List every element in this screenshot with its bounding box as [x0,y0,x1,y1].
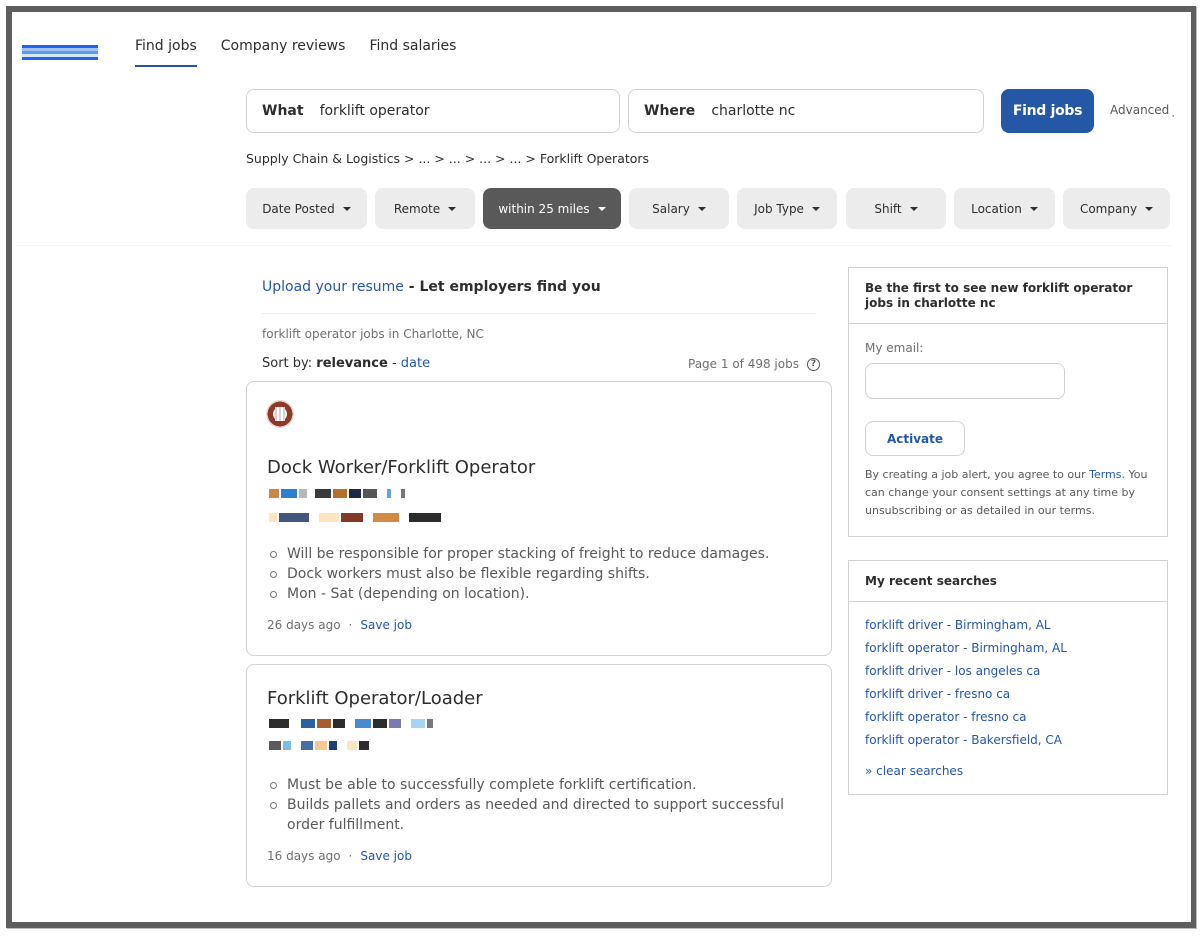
sort-control: Sort by: relevance - date [262,356,430,371]
upload-resume-banner: Upload your resume - Let employers find … [262,279,601,295]
job-card[interactable]: Forklift Operator/Loader Must be able to… [246,664,832,887]
snippet-bullet: Dock workers must also be flexible regar… [267,564,807,584]
save-job-link[interactable]: Save job [360,849,412,863]
nav-find-salaries[interactable]: Find salaries [369,36,456,67]
posted-date: 26 days ago [267,618,341,632]
separator-dot: · [348,618,353,632]
job-alert-heading: Be the first to see new forklift operato… [849,268,1167,324]
job-alert-box: Be the first to see new forklift operato… [848,267,1168,537]
recent-searches-heading: My recent searches [849,561,1167,602]
filter-location[interactable]: Location [954,188,1055,229]
filter-label: Job Type [754,201,804,216]
snippet-bullet: Will be responsible for proper stacking … [267,544,807,564]
caret-down-icon [697,206,706,211]
filter-label: Date Posted [262,201,335,216]
job-title[interactable]: Forklift Operator/Loader [267,688,483,709]
recent-search-item[interactable]: forklift operator - fresno ca [865,710,1067,733]
sort-relevance: relevance [316,356,388,371]
job-card[interactable]: Dock Worker/Forklift Operator Will be re… [246,381,832,656]
filter-label: Shift [874,201,902,216]
filter-distance[interactable]: within 25 miles [483,188,621,229]
company-name-redacted [269,489,405,498]
divider [262,313,816,314]
nav-company-reviews[interactable]: Company reviews [221,36,346,67]
caret-down-icon [597,206,606,211]
caret-down-icon [342,206,351,211]
alert-terms-text: By creating a job alert, you agree to ou… [865,466,1155,520]
separator-dot: · [348,849,353,863]
main-nav: Find jobs Company reviews Find salaries [135,36,480,67]
caret-down-icon [909,206,918,211]
activate-button[interactable]: Activate [865,421,965,456]
help-icon[interactable]: ? [806,357,820,371]
page: Find jobs Company reviews Find salaries … [12,12,1191,922]
filter-remote[interactable]: Remote [375,188,475,229]
recent-search-item[interactable]: forklift driver - Birmingham, AL [865,618,1067,641]
job-meta: 16 days ago · Save job [267,849,412,863]
caret-down-icon [1029,206,1038,211]
what-search-field[interactable]: What forklift operator [246,89,620,133]
screenshot-frame: Find jobs Company reviews Find salaries … [6,6,1196,928]
filter-label: Company [1079,201,1138,216]
header-divider [16,245,1173,246]
filter-label: within 25 miles [498,201,590,216]
terms-link[interactable]: Terms [1089,468,1121,481]
filter-label: Remote [393,201,441,216]
snippet-bullet: Builds pallets and orders as needed and … [267,795,807,835]
recent-search-item[interactable]: forklift driver - fresno ca [865,687,1067,710]
filter-job-type[interactable]: Job Type [737,188,837,229]
recent-search-item[interactable]: forklift operator - Birmingham, AL [865,641,1067,664]
page-count: Page 1 of 498 jobs ? [688,357,820,371]
where-label: Where [644,103,696,119]
caret-down-icon [448,206,457,211]
filter-shift[interactable]: Shift [846,188,946,229]
sort-prefix: Sort by: [262,356,317,371]
caret-down-icon [1145,206,1154,211]
filter-date-posted[interactable]: Date Posted [246,188,367,229]
filter-salary[interactable]: Salary [629,188,729,229]
location-redacted [269,513,441,522]
page-count-text: Page 1 of 498 jobs [688,357,799,371]
recent-searches-box: My recent searches forklift driver - Bir… [848,560,1168,795]
what-label: What [262,103,304,119]
save-job-link[interactable]: Save job [360,618,412,632]
terms-prefix: By creating a job alert, you agree to ou… [865,468,1090,481]
sort-date-link[interactable]: date [401,356,430,371]
email-input[interactable] [865,363,1065,399]
where-input[interactable]: charlotte nc [711,103,795,119]
filter-company[interactable]: Company [1063,188,1170,229]
job-snippet: Will be responsible for proper stacking … [267,544,807,604]
what-input[interactable]: forklift operator [320,103,430,119]
where-search-field[interactable]: Where charlotte nc [628,89,984,133]
nav-find-jobs[interactable]: Find jobs [135,36,197,67]
upload-resume-link[interactable]: Upload your resume [262,279,404,295]
caret-down-icon [811,206,820,211]
filter-label: Location [971,201,1022,216]
email-label: My email: [865,341,924,355]
advanced-search-link[interactable]: Advanced Job Search [1110,103,1174,117]
results-heading: forklift operator jobs in Charlotte, NC [262,327,484,341]
recent-searches-list: forklift driver - Birmingham, AL forklif… [865,618,1067,756]
company-name-redacted [269,719,433,728]
filter-label: Salary [652,201,690,216]
find-jobs-button[interactable]: Find jobs [1001,89,1094,133]
snippet-bullet: Must be able to successfully complete fo… [267,775,807,795]
posted-date: 16 days ago [267,849,341,863]
clear-searches-link[interactable]: » clear searches [865,764,963,778]
company-logo [266,400,294,428]
upload-tagline: - Let employers find you [403,279,601,295]
sort-separator: - [387,356,401,371]
breadcrumb[interactable]: Supply Chain & Logistics > ... > ... > .… [246,151,649,166]
snippet-bullet: Mon - Sat (depending on location). [267,584,807,604]
location-redacted [269,741,369,750]
job-meta: 26 days ago · Save job [267,618,412,632]
recent-search-item[interactable]: forklift driver - los angeles ca [865,664,1067,687]
job-title[interactable]: Dock Worker/Forklift Operator [267,457,535,478]
site-logo[interactable] [22,45,98,60]
recent-search-item[interactable]: forklift operator - Bakersfield, CA [865,733,1067,756]
job-snippet: Must be able to successfully complete fo… [267,775,807,835]
